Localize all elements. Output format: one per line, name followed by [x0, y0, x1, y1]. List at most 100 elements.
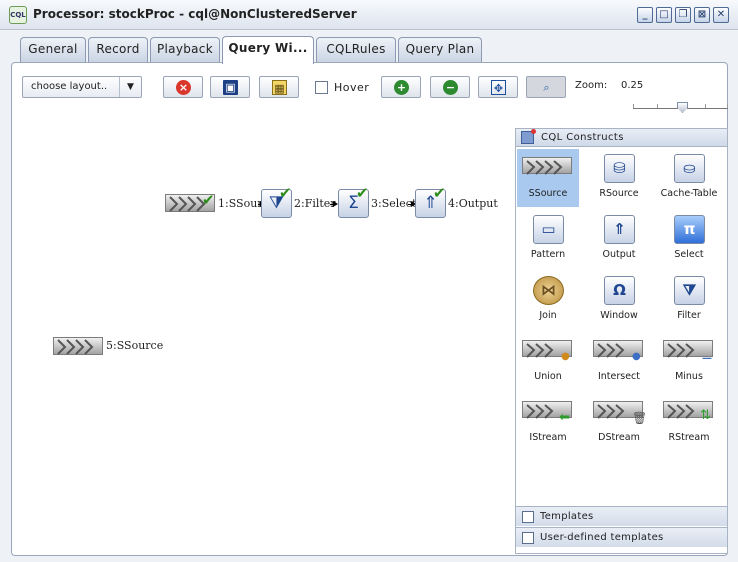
tab-query-wizard[interactable]: Query Wi...	[222, 36, 314, 64]
palette-item-dstream[interactable]: 🗑 DStream	[588, 393, 650, 451]
cql-constructs-palette: CQL Constructs SSource ⛁ RSource ⛀ Cache…	[515, 128, 728, 554]
templates-label: Templates	[540, 511, 594, 522]
checkmark-icon: ✔	[202, 191, 215, 209]
output-icon: ⇑	[604, 215, 635, 244]
zoom-in-button[interactable]: +	[381, 76, 421, 98]
table-button[interactable]: ▦	[259, 76, 299, 98]
tab-record[interactable]: Record	[88, 37, 148, 63]
palette-item-union[interactable]: ● Union	[517, 332, 579, 390]
hover-checkbox[interactable]	[315, 81, 328, 94]
tab-cqlrules[interactable]: CQLRules	[316, 37, 396, 63]
palette-item-intersect[interactable]: ● Intersect	[588, 332, 650, 390]
stream-source-icon	[522, 157, 572, 175]
detach-icon[interactable]: ⊠	[694, 7, 710, 23]
checkmark-icon: ✔	[279, 184, 292, 202]
palette-item-label: Union	[534, 371, 562, 382]
checkmark-icon: ✔	[356, 184, 369, 202]
palette-item-filter[interactable]: ⧩ Filter	[658, 271, 720, 329]
palette-item-join[interactable]: ⋈ Join	[517, 271, 579, 329]
hover-label: Hover	[334, 81, 370, 94]
layout-select-value: choose layout..	[31, 81, 108, 92]
palette-item-label: RStream	[668, 432, 710, 443]
zoom-in-icon: +	[394, 80, 409, 95]
pattern-icon: ▭	[533, 215, 564, 244]
table-icon: ▦	[272, 80, 287, 95]
tab-playback[interactable]: Playback	[150, 37, 220, 63]
user-templates-icon	[522, 532, 534, 544]
intersect-badge-icon: ●	[632, 351, 641, 362]
palette-item-select[interactable]: π Select	[658, 210, 720, 268]
checkmark-icon: ✔	[433, 184, 446, 202]
close-icon[interactable]: ✕	[713, 7, 729, 23]
chevron-down-icon: ▼	[119, 77, 141, 97]
palette-item-cache-table[interactable]: ⛀ Cache-Table	[658, 149, 720, 207]
zoom-slider-thumb[interactable]	[677, 102, 688, 113]
palette-item-label: Output	[602, 249, 636, 260]
tab-general[interactable]: General	[20, 37, 86, 63]
palette-item-label: SSource	[528, 188, 568, 199]
delete-button[interactable]: ×	[163, 76, 203, 98]
edge-arrow	[330, 201, 338, 207]
relation-source-icon: ⛁	[604, 154, 635, 183]
node-label: 5:SSource	[106, 339, 164, 352]
join-bowtie-icon: ⋈	[533, 276, 564, 305]
cql-app-icon: CQL	[9, 6, 27, 24]
rstream-arrows-icon: ⇅	[700, 408, 711, 423]
save-button[interactable]: ▣	[210, 76, 250, 98]
palette-item-ssource[interactable]: SSource	[517, 149, 579, 207]
zoom-out-button[interactable]: −	[430, 76, 470, 98]
palette-item-label: Minus	[675, 371, 703, 382]
zoom-value: 0.25	[621, 80, 644, 91]
palette-item-label: Select	[674, 249, 704, 260]
filter-icon: ⧩	[674, 276, 705, 305]
palette-item-label: Pattern	[530, 249, 566, 260]
zoom-label: Zoom:	[575, 80, 608, 91]
templates-icon	[522, 511, 534, 523]
palette-item-minus[interactable]: — Minus	[658, 332, 720, 390]
palette-item-rsource[interactable]: ⛁ RSource	[588, 149, 650, 207]
palette-item-label: Cache-Table	[660, 188, 718, 199]
edge-arrow	[408, 201, 416, 207]
templates-section[interactable]: Templates	[516, 506, 727, 526]
minimize-icon[interactable]: _	[637, 7, 653, 23]
tab-query-plan[interactable]: Query Plan	[398, 37, 482, 63]
palette-item-label: DStream	[598, 432, 640, 443]
select-pi-icon: π	[674, 215, 705, 244]
fit-icon: ✥	[491, 80, 506, 95]
node-label: 4:Output	[448, 197, 498, 210]
layout-select[interactable]: choose layout.. ▼	[22, 76, 142, 98]
palette-item-label: IStream	[529, 432, 567, 443]
palette-item-rstream[interactable]: ⇅ RStream	[658, 393, 720, 451]
palette-item-pattern[interactable]: ▭ Pattern	[517, 210, 579, 268]
palette-item-window[interactable]: Ω Window	[588, 271, 650, 329]
palette-item-label: Window	[600, 310, 638, 321]
magnifier-icon: ⌕	[543, 81, 550, 94]
istream-arrow-icon: ⬅	[559, 410, 570, 425]
cache-table-icon: ⛀	[674, 154, 705, 183]
palette-title: CQL Constructs	[541, 132, 624, 143]
palette-item-output[interactable]: ⇑ Output	[588, 210, 650, 268]
zoom-out-icon: −	[443, 80, 458, 95]
palette-item-istream[interactable]: ⬅ IStream	[517, 393, 579, 451]
minus-badge-icon: —	[702, 353, 712, 364]
union-badge-icon: ●	[561, 351, 570, 362]
palette-item-label: Filter	[677, 310, 701, 321]
maximize-icon[interactable]: □	[656, 7, 672, 23]
user-templates-section[interactable]: User-defined templates	[516, 527, 727, 547]
fit-to-view-button[interactable]: ✥	[478, 76, 518, 98]
palette-item-label: RSource	[599, 188, 639, 199]
find-button[interactable]: ⌕	[526, 76, 566, 98]
restore-icon[interactable]: ❐	[675, 7, 691, 23]
stream-source-icon	[53, 337, 103, 355]
window-omega-icon: Ω	[604, 276, 635, 305]
user-templates-label: User-defined templates	[540, 532, 664, 543]
delete-icon: ×	[176, 80, 191, 95]
palette-header[interactable]: CQL Constructs	[516, 129, 727, 147]
zoom-slider[interactable]	[633, 102, 728, 114]
palette-item-label: Join	[539, 310, 557, 321]
save-icon: ▣	[223, 80, 238, 95]
window-title: Processor: stockProc - cql@NonClusteredS…	[33, 7, 357, 21]
constructs-icon	[521, 129, 536, 144]
palette-item-label: Intersect	[597, 371, 641, 382]
trash-icon: 🗑	[632, 411, 648, 425]
